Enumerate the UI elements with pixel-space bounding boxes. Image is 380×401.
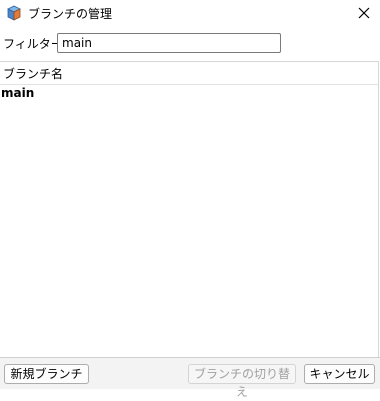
branch-list: ブランチ名 main [0,61,379,357]
branch-name: main [1,86,35,100]
branch-row-main[interactable]: main [0,85,378,101]
title-bar: ブランチの管理 [0,0,380,28]
switch-branch-button[interactable]: ブランチの切り替え [188,364,296,399]
close-button[interactable] [348,0,380,28]
column-header-branch-name[interactable]: ブランチ名 [0,62,378,85]
new-branch-button[interactable]: 新規ブランチ [4,364,89,384]
cancel-button[interactable]: キャンセル [304,364,375,384]
window-title: ブランチの管理 [28,7,113,21]
filter-input[interactable] [57,33,281,53]
app-cube-icon [6,5,22,21]
column-header-label: ブランチ名 [3,67,64,81]
dialog-footer: 新規ブランチ ブランチの切り替え キャンセル [0,357,380,399]
close-icon [358,7,370,22]
filter-row: フィルター: [0,32,380,56]
